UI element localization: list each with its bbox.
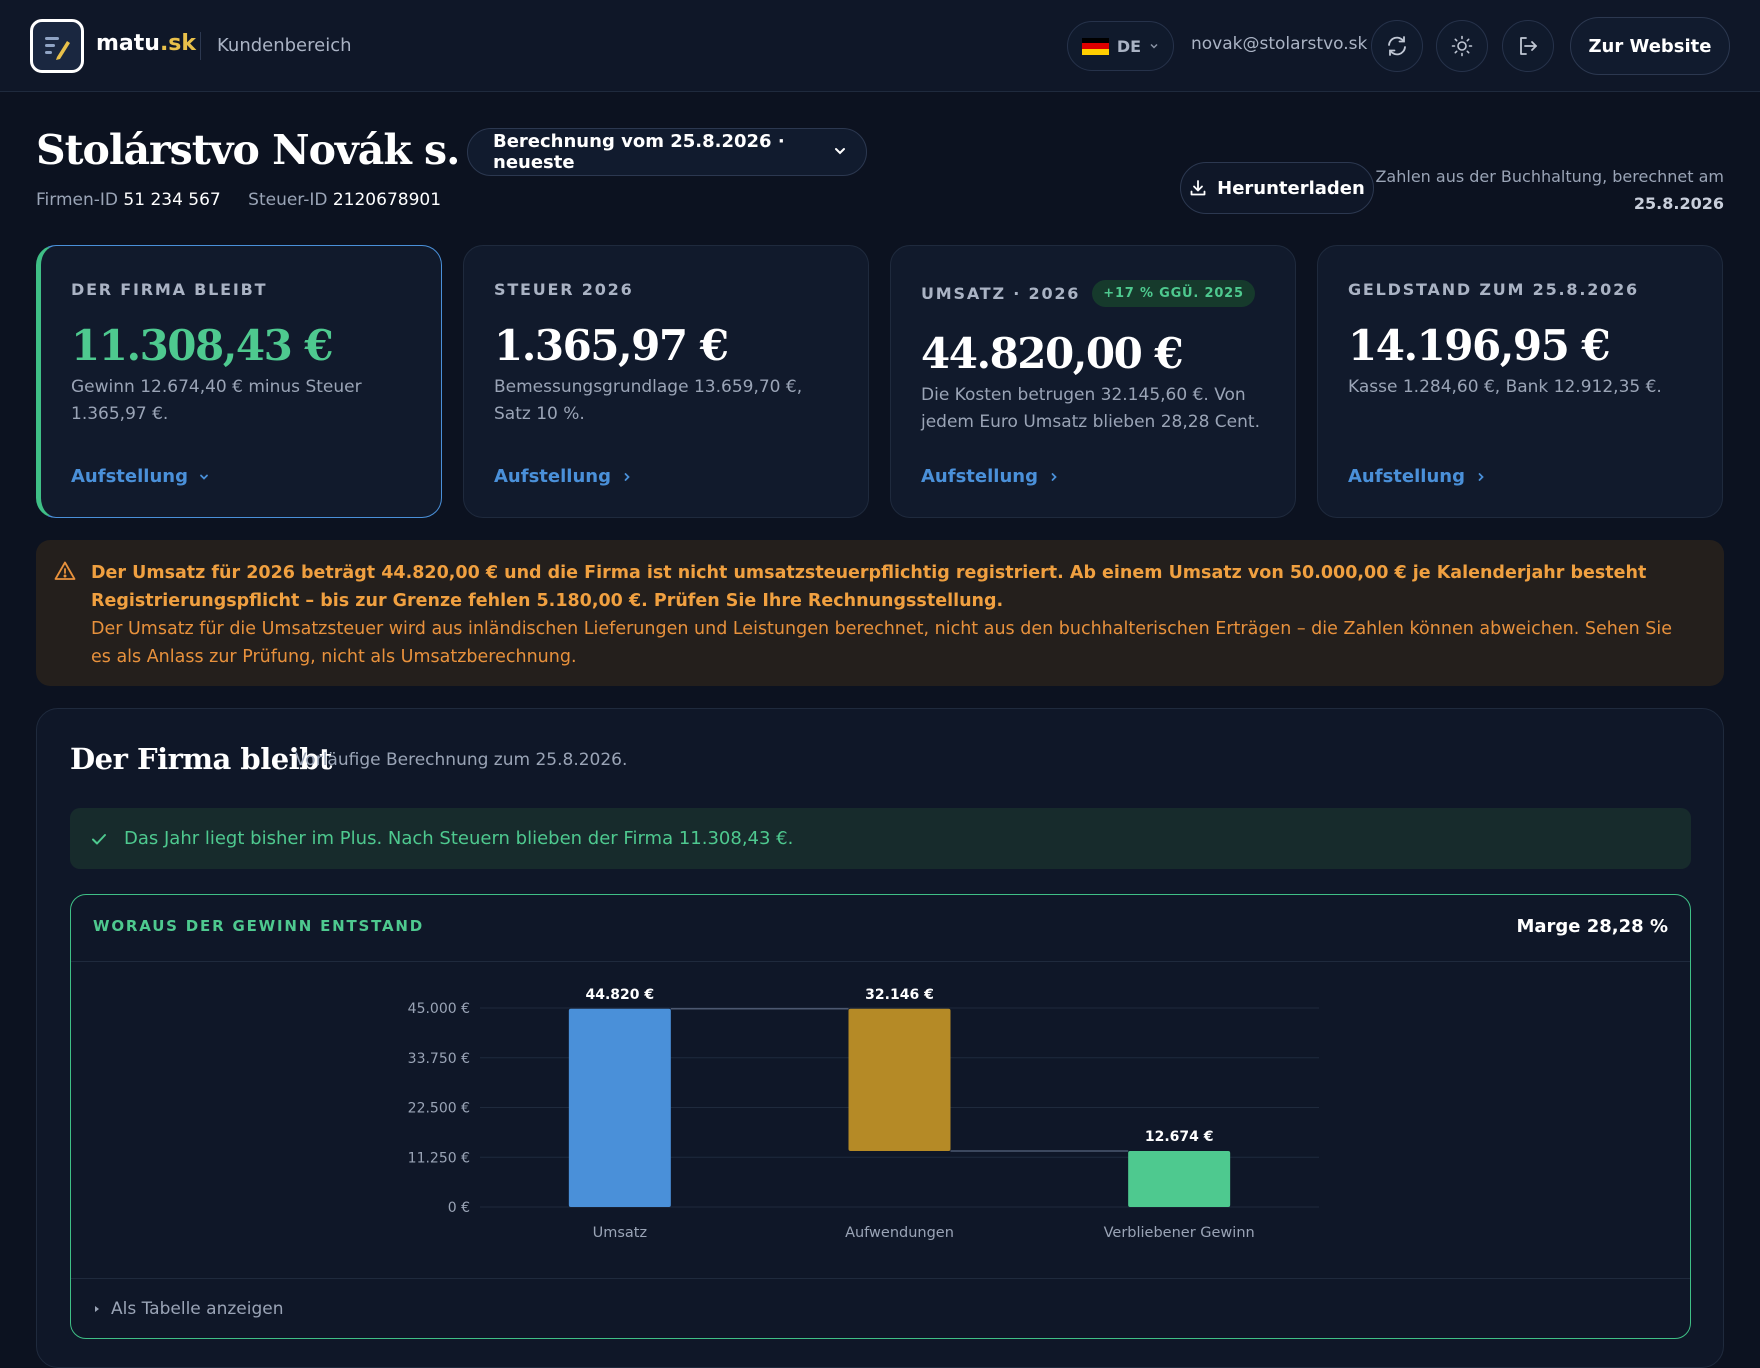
card-value: 1.365,97 € bbox=[494, 321, 729, 370]
calculation-note-text: Zahlen aus der Buchhaltung, berechnet am bbox=[1375, 167, 1724, 186]
chevron-right-icon bbox=[1478, 472, 1484, 481]
breakdown-link-label: Aufstellung bbox=[921, 466, 1038, 487]
chevron-down-icon bbox=[200, 474, 208, 480]
company-ids: Firmen-ID 51 234 567 Steuer-ID 212067890… bbox=[36, 190, 463, 210]
breakdown-link-label: Aufstellung bbox=[494, 466, 611, 487]
y-tick-label: 22.500 € bbox=[408, 1101, 470, 1117]
theme-toggle-button[interactable] bbox=[1436, 20, 1488, 72]
download-label: Herunterladen bbox=[1217, 177, 1365, 199]
vat-warning: Der Umsatz für 2026 beträgt 44.820,00 € … bbox=[36, 540, 1724, 686]
breakdown-link-label: Aufstellung bbox=[1348, 466, 1465, 487]
warning-bold: Der Umsatz für 2026 beträgt 44.820,00 € … bbox=[91, 563, 1647, 611]
sun-icon bbox=[1451, 35, 1473, 57]
divider bbox=[200, 32, 201, 60]
x-category-label: Verbliebener Gewinn bbox=[1104, 1225, 1255, 1241]
margin-value: Marge 28,28 % bbox=[1516, 916, 1668, 937]
table-toggle-label: Als Tabelle anzeigen bbox=[111, 1298, 284, 1319]
breakdown-link[interactable]: Aufstellung bbox=[71, 466, 210, 487]
panel-title: Der Firma bleibt bbox=[70, 742, 332, 776]
refresh-icon bbox=[1388, 36, 1406, 56]
logo-icon[interactable] bbox=[30, 19, 84, 73]
bar-aufwendungen bbox=[848, 1008, 951, 1151]
area-label: Kundenbereich bbox=[217, 35, 352, 56]
chevron-right-icon bbox=[1051, 472, 1057, 481]
profit-panel: Der Firma bleibt Vorläufige Berechnung z… bbox=[36, 708, 1724, 1368]
y-tick-label: 45.000 € bbox=[408, 1001, 470, 1017]
chart-header: WORAUS DER GEWINN ENTSTAND Marge 28,28 % bbox=[71, 895, 1690, 962]
card-label: STEUER 2026 bbox=[494, 280, 634, 299]
refresh-button[interactable] bbox=[1371, 20, 1423, 72]
flag-de-icon bbox=[1081, 37, 1109, 55]
tax-id-label: Steuer-ID bbox=[248, 190, 328, 210]
table-toggle[interactable]: Als Tabelle anzeigen bbox=[71, 1278, 1690, 1338]
card-label-text: UMSATZ · 2026 bbox=[921, 284, 1081, 303]
check-icon bbox=[92, 833, 106, 844]
breakdown-link[interactable]: Aufstellung bbox=[1348, 466, 1487, 487]
card-tax[interactable]: STEUER 2026 1.365,97 € Bemessungsgrundla… bbox=[463, 245, 869, 518]
warning-icon bbox=[54, 561, 76, 580]
card-label: GELDSTAND ZUM 25.8.2026 bbox=[1348, 280, 1639, 299]
triangle-right-icon bbox=[95, 1305, 99, 1312]
top-bar: matu.sk Kundenbereich DE novak@stolarstv… bbox=[0, 0, 1760, 92]
brand-name[interactable]: matu.sk bbox=[96, 31, 196, 56]
panel-subtitle: Vorläufige Berechnung zum 25.8.2026. bbox=[295, 750, 628, 770]
x-category-label: Aufwendungen bbox=[845, 1225, 954, 1241]
data-label: 32.146 € bbox=[865, 987, 934, 1003]
card-description: Bemessungsgrundlage 13.659,70 €, Satz 10… bbox=[494, 377, 803, 424]
calculation-select-value: Berechnung vom 25.8.2026 · neueste bbox=[493, 131, 785, 173]
success-message: Das Jahr liegt bisher im Plus. Nach Steu… bbox=[70, 808, 1691, 869]
y-tick-label: 33.750 € bbox=[408, 1051, 470, 1067]
growth-badge: +17 % GGÜ. 2025 bbox=[1092, 280, 1255, 307]
calculation-note: Zahlen aus der Buchhaltung, berechnet am… bbox=[1375, 163, 1724, 217]
user-email: novak@stolarstvo.sk bbox=[1191, 34, 1368, 54]
waterfall-chart: 0 € 11.250 € 22.500 € 33.750 € 45.000 € 44.82… bbox=[408, 987, 1319, 1241]
card-label: DER FIRMA BLEIBT bbox=[71, 280, 268, 299]
language-selector[interactable]: DE bbox=[1067, 21, 1174, 71]
breakdown-link-label: Aufstellung bbox=[71, 466, 188, 487]
x-category-label: Umsatz bbox=[593, 1225, 647, 1241]
y-tick-label: 0 € bbox=[448, 1200, 470, 1216]
card-cash[interactable]: GELDSTAND ZUM 25.8.2026 14.196,95 € Kass… bbox=[1317, 245, 1723, 518]
data-label: 12.674 € bbox=[1145, 1129, 1214, 1145]
chevron-down-icon bbox=[835, 148, 845, 155]
card-value: 11.308,43 € bbox=[71, 321, 334, 370]
firm-id-value: 51 234 567 bbox=[123, 190, 221, 210]
calculation-select[interactable]: Berechnung vom 25.8.2026 · neueste bbox=[467, 128, 867, 176]
profit-chart-box: WORAUS DER GEWINN ENTSTAND Marge 28,28 %… bbox=[70, 894, 1691, 1339]
card-value: 44.820,00 € bbox=[921, 329, 1184, 378]
language-code: DE bbox=[1116, 36, 1142, 56]
tax-id-value: 2120678901 bbox=[332, 190, 442, 210]
logout-icon bbox=[1520, 37, 1537, 55]
y-tick-label: 11.250 € bbox=[408, 1150, 470, 1166]
website-button[interactable]: Zur Website bbox=[1570, 17, 1730, 75]
download-icon bbox=[1190, 180, 1206, 196]
logout-button[interactable] bbox=[1502, 20, 1554, 72]
bar-verbliebener-gewinn bbox=[1128, 1150, 1231, 1207]
card-company-remains[interactable]: DER FIRMA BLEIBT 11.308,43 € Gewinn 12.6… bbox=[36, 245, 442, 518]
card-description: Die Kosten betrugen 32.145,60 €. Von jed… bbox=[921, 385, 1260, 432]
firm-id-label: Firmen-ID bbox=[36, 190, 118, 210]
card-revenue[interactable]: UMSATZ · 2026 +17 % GGÜ. 2025 44.820,00 … bbox=[890, 245, 1296, 518]
calculation-date: 25.8.2026 bbox=[1633, 194, 1724, 213]
chevron-right-icon bbox=[624, 472, 630, 481]
card-label: UMSATZ · 2026 +17 % GGÜ. 2025 bbox=[921, 280, 1265, 307]
success-text: Das Jahr liegt bisher im Plus. Nach Steu… bbox=[124, 828, 794, 849]
download-button[interactable]: Herunterladen bbox=[1180, 162, 1374, 214]
chevron-down-icon bbox=[1150, 43, 1158, 49]
bar-umsatz bbox=[568, 1008, 671, 1207]
data-label: 44.820 € bbox=[586, 987, 655, 1003]
card-description: Gewinn 12.674,40 € minus Steuer 1.365,97… bbox=[71, 377, 362, 424]
chart-title: WORAUS DER GEWINN ENTSTAND bbox=[93, 917, 425, 935]
warning-text: Der Umsatz für die Umsatzsteuer wird aus… bbox=[91, 619, 1672, 667]
card-description: Kasse 1.284,60 €, Bank 12.912,35 €. bbox=[1348, 377, 1662, 397]
card-value: 14.196,95 € bbox=[1348, 321, 1611, 370]
breakdown-link[interactable]: Aufstellung bbox=[921, 466, 1060, 487]
breakdown-link[interactable]: Aufstellung bbox=[494, 466, 633, 487]
